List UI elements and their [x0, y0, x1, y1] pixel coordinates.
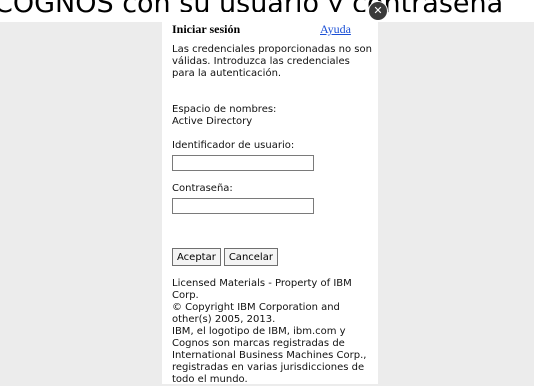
- legal-line-copyright: © Copyright IBM Corporation and other(s)…: [172, 302, 340, 325]
- dialog-content: Iniciar sesión Ayuda Las credenciales pr…: [172, 22, 372, 386]
- namespace-label: Espacio de nombres:: [172, 104, 277, 115]
- legal-notice: Licensed Materials - Property of IBM Cor…: [172, 278, 372, 386]
- legal-line-license: Licensed Materials - Property of IBM Cor…: [172, 278, 352, 301]
- help-link[interactable]: Ayuda: [320, 22, 351, 37]
- accept-button[interactable]: Aceptar: [172, 248, 221, 266]
- password-input[interactable]: [172, 198, 314, 214]
- button-row: Aceptar Cancelar: [172, 248, 372, 266]
- user-id-input[interactable]: [172, 155, 314, 171]
- close-icon[interactable]: ✕: [369, 2, 387, 20]
- namespace-value: Active Directory: [172, 116, 253, 127]
- dialog-header: Iniciar sesión Ayuda: [172, 22, 372, 40]
- error-message: Las credenciales proporcionadas no son v…: [172, 44, 372, 79]
- legal-line-trademark: IBM, el logotipo de IBM, ibm.com y Cogno…: [172, 326, 367, 385]
- dialog-title: Iniciar sesión: [172, 22, 241, 36]
- password-label: Contraseña:: [172, 183, 233, 194]
- cancel-button[interactable]: Cancelar: [223, 248, 278, 266]
- login-dialog: Iniciar sesión Ayuda Las credenciales pr…: [162, 12, 378, 386]
- user-id-label: Identificador de usuario:: [172, 140, 295, 151]
